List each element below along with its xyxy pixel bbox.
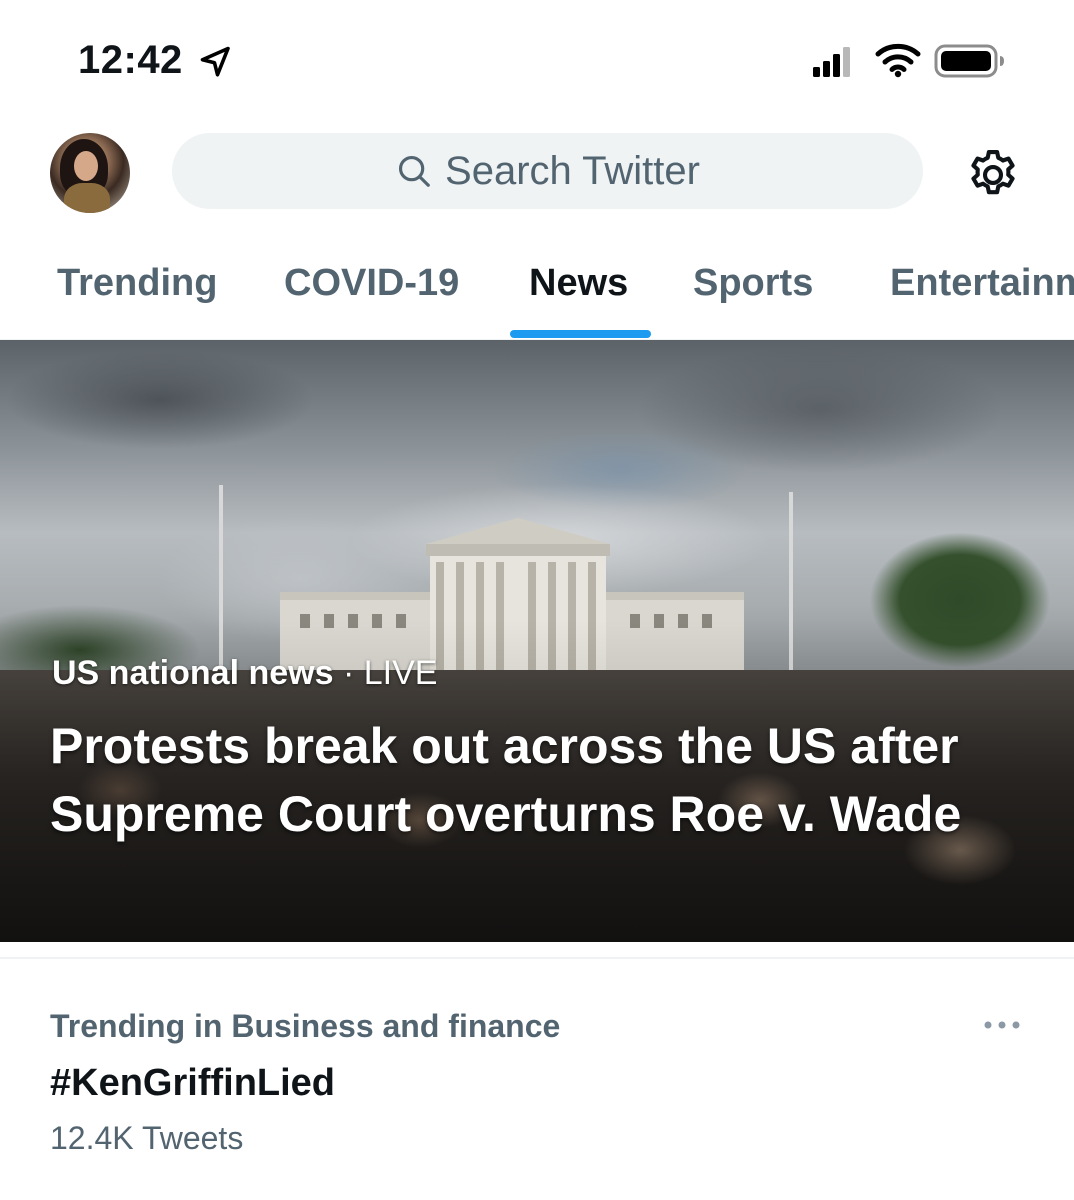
hero-meta: US national news · LIVE (52, 654, 437, 693)
status-time: 12:42 (78, 38, 183, 82)
avatar-face (74, 151, 98, 181)
tab-covid-19[interactable]: COVID-19 (284, 262, 459, 305)
tab-trending[interactable]: Trending (57, 262, 217, 305)
cellular-signal-icon (813, 47, 850, 77)
divider (0, 957, 1074, 959)
hero-headline: Protests break out across the US after S… (50, 718, 962, 842)
trend-title: #KenGriffinLied (50, 1062, 336, 1104)
hero-category: US national news (52, 654, 334, 692)
location-arrow-icon (200, 46, 230, 77)
hero-live-status: LIVE (363, 654, 438, 692)
battery-icon (934, 44, 1004, 78)
search-icon (398, 155, 430, 187)
tab-sports[interactable]: Sports (693, 262, 813, 305)
status-bar: 12:42 (0, 0, 1074, 120)
wifi-icon (875, 43, 921, 78)
search-placeholder: Search Twitter (445, 148, 700, 193)
tab-entertainment[interactable]: Entertainment (890, 262, 1074, 305)
trend-context: Trending in Business and finance (50, 1008, 561, 1044)
profile-avatar[interactable] (50, 133, 130, 213)
avatar-body (64, 183, 110, 213)
search-input[interactable]: Search Twitter (172, 133, 923, 209)
tab-news[interactable]: News (529, 262, 628, 305)
trend-count: 12.4K Tweets (50, 1120, 244, 1156)
active-tab-indicator (510, 330, 651, 338)
explore-tabs: Trending COVID-19 News Sports Entertainm… (0, 240, 1074, 340)
gear-icon[interactable] (964, 146, 1022, 204)
hero-separator: · (333, 654, 364, 692)
hero-news-card[interactable]: US national news · LIVE Protests break o… (0, 340, 1074, 942)
more-dots-icon[interactable] (983, 1018, 1021, 1032)
